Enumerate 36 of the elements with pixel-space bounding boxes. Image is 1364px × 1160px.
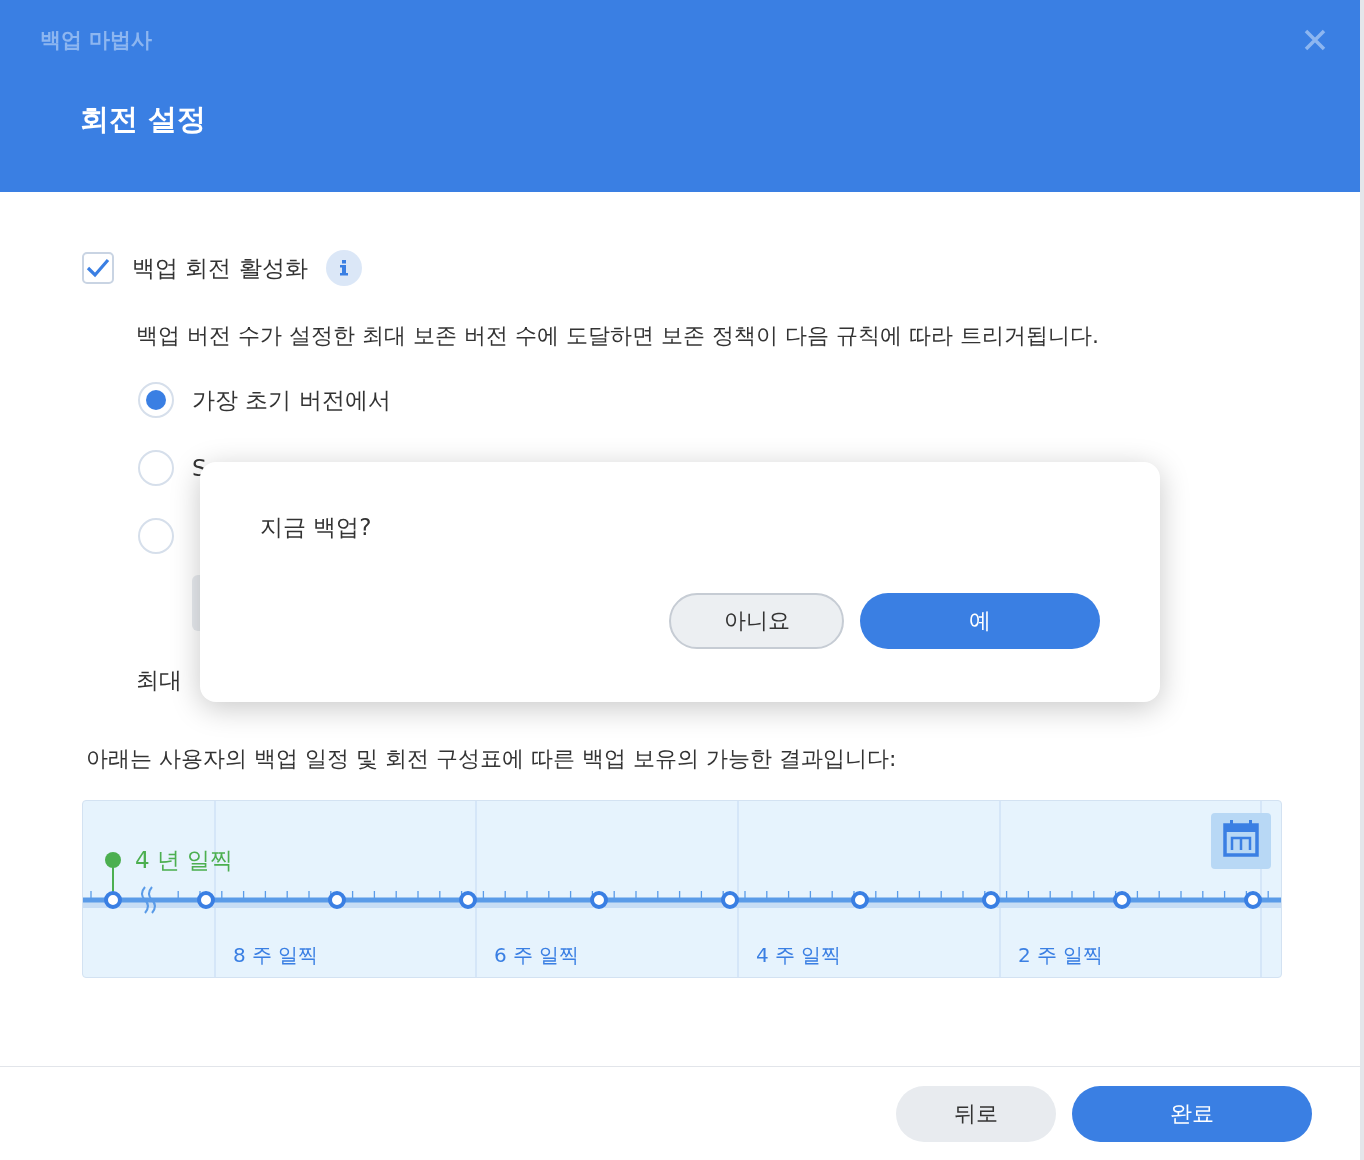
timeline-node <box>851 891 869 909</box>
column-label: 8 주 일찍 <box>233 943 319 967</box>
timeline-node <box>982 891 1000 909</box>
info-icon[interactable] <box>325 250 362 286</box>
column-label: 4 주 일찍 <box>756 943 842 967</box>
column-label: 2 주 일찍 <box>1018 943 1104 967</box>
radio-button[interactable] <box>138 450 174 486</box>
timeline-node <box>721 891 739 909</box>
checkbox-label: 백업 회전 활성화 <box>132 253 308 283</box>
radio-button[interactable] <box>138 382 174 418</box>
oldest-label: 4 년 일찍 <box>135 847 234 873</box>
timeline-node <box>197 891 215 909</box>
confirm-button[interactable]: 예 <box>860 593 1100 649</box>
timeline-node <box>459 891 477 909</box>
radio-label: 가장 초기 버전에서 <box>192 385 391 415</box>
timeline-node <box>104 891 122 909</box>
result-caption: 아래는 사용자의 백업 일정 및 회전 구성표에 따른 백업 보유의 가능한 결과입니다: <box>86 745 898 773</box>
footer-button[interactable]: 완료 <box>1072 1085 1312 1142</box>
timeline-node <box>1244 891 1262 909</box>
timeline-node <box>1113 891 1131 909</box>
column-label: 6 주 일찍 <box>494 943 580 967</box>
confirm-message: 지금 백업? <box>260 513 373 542</box>
timeline-node <box>328 891 346 909</box>
radio-button[interactable] <box>138 518 174 554</box>
description-text: 백업 버전 수가 설정한 최대 보존 버전 수에 도달하면 보존 정책이 다음 규칙에 따라 트리거됩니다. <box>136 322 1100 350</box>
checkbox[interactable] <box>82 252 114 284</box>
confirm-button[interactable]: 아니요 <box>669 593 844 649</box>
footer-button[interactable]: 뒤로 <box>896 1085 1056 1142</box>
wizard-title: 백업 마법사 <box>40 27 153 54</box>
timeline-node <box>590 891 608 909</box>
break-mark-icon <box>141 886 156 914</box>
calendar-button[interactable] <box>1211 813 1271 869</box>
step-title: 회전 설정 <box>80 101 208 138</box>
close-icon[interactable] <box>1304 29 1326 51</box>
max-versions-label: 최대 <box>136 667 182 693</box>
oldest-marker <box>105 852 121 894</box>
